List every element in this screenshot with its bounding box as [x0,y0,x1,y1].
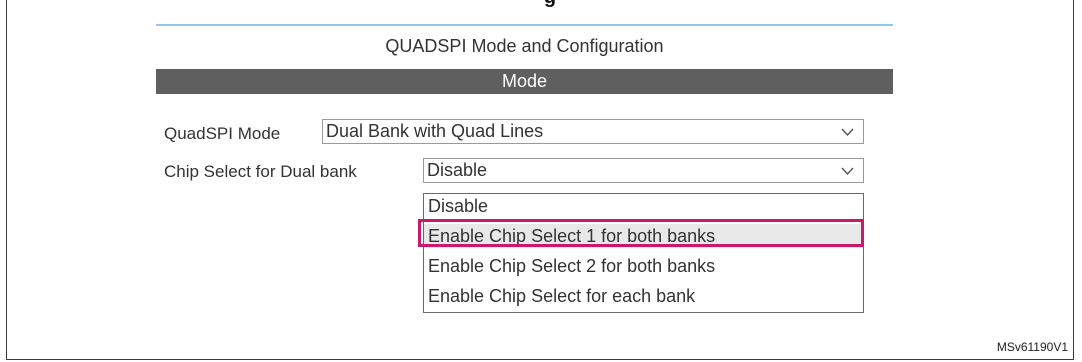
chip-select-value: Disable [427,160,488,180]
chip-select-options-list: Disable Enable Chip Select 1 for both ba… [423,193,864,313]
highlight-box [418,219,864,247]
chevron-down-icon [841,128,854,137]
quadspi-mode-value: Dual Bank with Quad Lines [326,121,544,141]
chevron-down-icon [841,167,854,176]
option-disable[interactable]: Disable [424,194,863,218]
panel-accent-line [156,24,893,26]
panel-title: QUADSPI Mode and Configuration [385,36,664,56]
mode-section-header: Mode [156,69,893,94]
chip-select-dropdown[interactable]: Disable [423,158,864,183]
quadspi-mode-select[interactable]: Dual Bank with Quad Lines [322,119,864,144]
chip-select-label: Chip Select for Dual bank [164,162,357,181]
option-enable-cs-each-bank[interactable]: Enable Chip Select for each bank [424,284,863,308]
option-enable-cs2-both-banks[interactable]: Enable Chip Select 2 for both banks [424,254,863,278]
quadspi-mode-label: QuadSPI Mode [164,124,281,143]
figure-caption-fragment: g [480,0,620,8]
figure-reference-id: MSv61190V1 [996,340,1068,354]
